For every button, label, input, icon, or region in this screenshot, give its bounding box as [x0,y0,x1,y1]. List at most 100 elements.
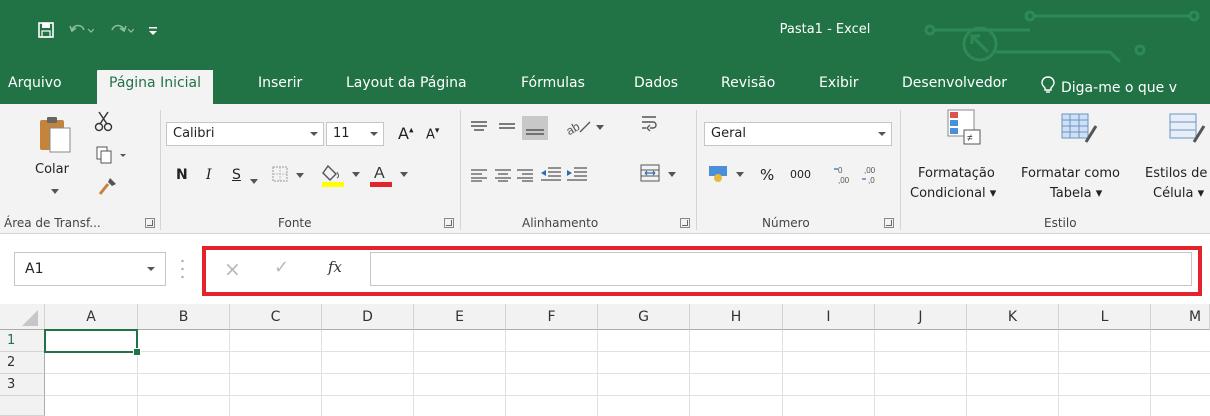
underline-button[interactable]: S [232,167,241,183]
row-header-3[interactable]: 3 [0,374,45,396]
conditional-formatting-label-2[interactable]: Condicional ▾ [910,186,996,201]
italic-button[interactable]: I [206,167,212,183]
tab-page-layout[interactable]: Layout da Página [346,72,467,104]
row-header-1[interactable]: 1 [0,330,45,352]
number-launcher-icon[interactable] [884,218,894,228]
column-header-h[interactable]: H [690,304,783,330]
column-header-j[interactable]: J [875,304,967,330]
gridline [874,330,875,416]
gridline [782,330,783,416]
cell-styles-label-2[interactable]: Célula ▾ [1153,186,1204,201]
gridline [321,330,322,416]
column-header-i[interactable]: I [783,304,875,330]
accounting-format-icon[interactable] [708,164,752,188]
clipboard-group-label: Área de Transf... [4,216,101,230]
styles-group-label: Estilo [1044,216,1077,230]
column-header-e[interactable]: E [414,304,506,330]
paste-label[interactable]: Colar [35,162,69,177]
increase-font-icon[interactable]: A▴ [398,124,413,143]
chevron-down-icon [878,132,886,136]
alignment-launcher-icon[interactable] [680,218,690,228]
column-header-k[interactable]: K [967,304,1059,330]
tell-me-text: Diga-me o que v [1061,80,1178,96]
alignment-group-label: Alinhamento [522,216,599,230]
copy-icon[interactable] [96,146,130,170]
tab-review[interactable]: Revisão [721,72,775,104]
borders-icon[interactable] [272,166,306,188]
cut-icon[interactable] [94,110,114,136]
select-all-corner[interactable] [0,304,45,330]
column-header-d[interactable]: D [322,304,414,330]
chevron-down-icon[interactable] [250,174,258,189]
decrease-font-icon[interactable]: A▾ [426,126,439,142]
number-format-value: Geral [711,126,746,141]
column-header-f[interactable]: F [506,304,598,330]
row-header-2[interactable]: 2 [0,352,45,374]
increase-indent-icon[interactable] [566,166,588,186]
column-header-m[interactable]: M [1151,304,1210,330]
column-header-b[interactable]: B [138,304,230,330]
gridline [505,330,506,416]
clipboard-launcher-icon[interactable] [145,218,155,228]
column-header-c[interactable]: C [230,304,322,330]
align-top-icon[interactable] [470,120,488,138]
align-bottom-icon[interactable] [522,116,548,144]
font-launcher-icon[interactable] [444,218,454,228]
merge-center-icon[interactable] [640,164,682,188]
percent-button[interactable]: % [760,166,774,184]
gridline [689,330,690,416]
fill-color-icon[interactable] [322,162,366,192]
title-bar: Pasta1 - Excel [0,0,1210,62]
column-header-a[interactable]: A [45,304,138,330]
decrease-indent-icon[interactable] [540,166,562,186]
number-format-dropdown[interactable]: Geral [704,122,892,146]
gridline [229,330,230,416]
increase-decimal-icon[interactable]: 0,00 [832,164,854,190]
column-header-l[interactable]: L [1059,304,1151,330]
align-center-icon[interactable] [494,168,512,186]
tab-home[interactable]: Página Inicial [97,70,214,104]
bold-button[interactable]: N [176,167,188,183]
thousands-separator-button[interactable]: 000 [790,168,811,181]
font-size-dropdown[interactable]: 11 [326,122,384,146]
tab-view[interactable]: Exibir [819,72,859,104]
conditional-formatting-label-1[interactable]: Formatação [918,166,995,181]
format-as-table-icon[interactable] [1060,112,1098,150]
lightbulb-icon [1041,75,1055,101]
font-group-label: Fonte [278,216,312,230]
format-painter-icon[interactable] [98,176,118,200]
active-cell-a1[interactable] [44,329,141,356]
tab-file[interactable]: Arquivo [8,72,62,104]
align-right-icon[interactable] [516,168,534,186]
cell-styles-label-1[interactable]: Estilos de [1145,166,1207,181]
font-name-value: Calibri [173,126,215,141]
orientation-icon[interactable]: ab [564,118,606,140]
cell-styles-icon[interactable] [1168,112,1206,150]
conditional-formatting-icon[interactable]: ≠ [946,108,982,150]
align-middle-icon[interactable] [498,120,516,138]
format-as-table-label-1[interactable]: Formatar como [1021,166,1120,181]
paste-icon[interactable] [38,116,74,158]
tab-data[interactable]: Dados [634,72,678,104]
wrap-text-icon[interactable] [640,114,660,138]
tell-me-box[interactable]: Diga-me o que v [1041,72,1177,104]
svg-text:,00: ,00 [864,166,876,175]
tab-developer[interactable]: Desenvolvedor [902,72,1007,104]
name-box[interactable]: A1 [14,252,166,286]
row-header-4[interactable] [0,396,45,416]
font-name-dropdown[interactable]: Calibri [166,122,324,146]
font-color-icon[interactable]: A [370,162,414,192]
gridline [45,351,1210,352]
align-left-icon[interactable] [470,168,488,186]
column-header-g[interactable]: G [598,304,690,330]
drag-handle-icon[interactable] [181,258,184,280]
gridline [1058,330,1059,416]
format-as-table-label-2[interactable]: Tabela ▾ [1050,186,1102,201]
gridline [966,330,967,416]
paste-dropdown-icon[interactable] [51,184,59,199]
tab-insert[interactable]: Inserir [258,72,302,104]
decrease-decimal-icon[interactable]: ,00,0 [860,164,882,190]
circuit-decoration [920,0,1210,62]
tab-formulas[interactable]: Fórmulas [521,72,585,104]
group-divider [900,110,901,230]
